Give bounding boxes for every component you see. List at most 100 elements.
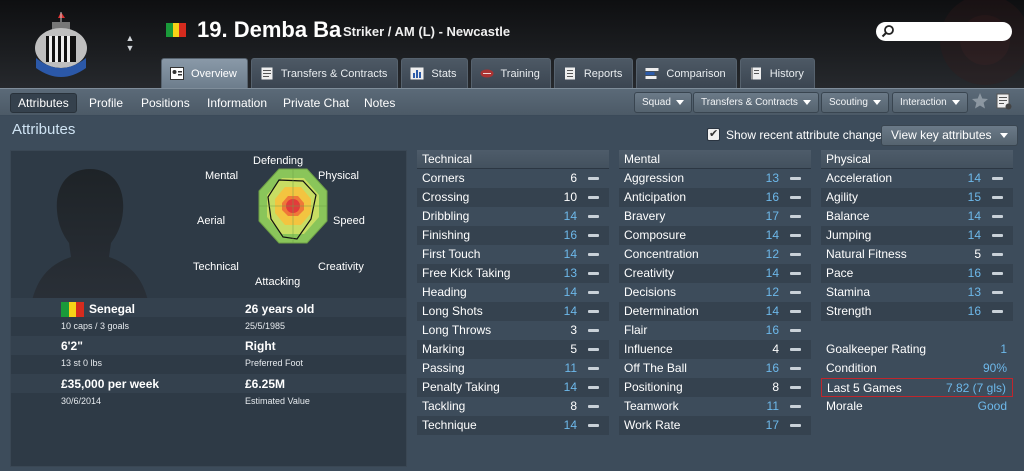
attributes-page: Attributes Show recent attribute changes… [0,116,1024,471]
attribute-name: Passing [422,361,465,375]
star-icon[interactable] [971,92,989,110]
attribute-row: Natural Fitness 5 [821,245,1013,264]
radar-label-technical: Technical [193,261,239,273]
dropdown-label: Interaction [900,97,947,108]
interaction-dropdown[interactable]: Interaction [892,92,968,113]
tab-reports[interactable]: Reports [553,58,634,88]
attribute-value: 4 [772,342,779,356]
attribute-value: 17 [765,209,779,223]
attribute-value: 14 [967,209,981,223]
subnav-information[interactable]: Information [207,94,267,112]
attribute-name: First Touch [422,247,481,261]
attribute-name: Anticipation [624,190,687,204]
attribute-row: Strength 16 [821,302,1013,321]
attribute-row: Corners 6 [417,169,609,188]
attribute-value: 6 [570,171,577,185]
attribute-name: Teamwork [624,399,679,413]
attribute-row: Decisions 12 [619,283,811,302]
player-tabs: Overview Transfers & Contracts Stats Tra… [161,58,818,88]
stat-value: 7.82 (7 gls) [945,381,1006,395]
attribute-value: 16 [967,266,981,280]
stat-row: Condition 90% [821,359,1013,378]
attribute-value: 14 [967,171,981,185]
background-crest-icon [940,0,1024,85]
attribute-trend-icon [992,234,1003,237]
attribute-row: Stamina 13 [821,283,1013,302]
checkbox-label: Show recent attribute changes [726,128,889,142]
attribute-row: Flair 16 [619,321,811,340]
contract-end: 30/6/2014 [61,396,102,406]
attribute-row: Passing 11 [417,359,609,378]
attribute-row: Balance 14 [821,207,1013,226]
attribute-row: Free Kick Taking 13 [417,264,609,283]
search-input[interactable] [876,22,1012,41]
subnav-profile[interactable]: Profile [89,94,123,112]
senegal-flag-icon [61,302,84,317]
panel-title: Mental [619,150,811,169]
attribute-trend-icon [790,367,801,370]
attribute-value: 15 [967,190,981,204]
view-key-attributes-button[interactable]: View key attributes [881,125,1018,146]
tab-comparison[interactable]: Comparison [636,58,737,88]
attribute-trend-icon [992,291,1003,294]
tab-overview[interactable]: Overview [161,58,248,88]
attribute-name: Flair [624,323,648,337]
attribute-name: Free Kick Taking [422,266,511,280]
attribute-row: Off The Ball 16 [619,359,811,378]
attribute-trend-icon [588,215,599,218]
transfers-contracts-dropdown[interactable]: Transfers & Contracts [693,92,819,113]
tab-history[interactable]: History [739,58,815,88]
sub-navigation: Attributes Profile Positions Information… [0,88,1024,115]
attribute-trend-icon [790,424,801,427]
attribute-row: Composure 14 [619,226,811,245]
attribute-trend-icon [588,329,599,332]
attribute-row: Pace 16 [821,264,1013,283]
attribute-trend-icon [588,177,599,180]
comparison-icon [645,68,659,79]
radar-label-mental: Mental [205,170,239,182]
preferred-foot-label: Preferred Foot [245,358,304,368]
attribute-trend-icon [588,291,599,294]
attribute-value: 17 [765,418,779,432]
attribute-value: 11 [766,399,779,413]
add-note-icon[interactable] [996,93,1012,110]
panel-title: Physical [821,150,1013,169]
attribute-name: Dribbling [422,209,470,223]
person-card-icon [170,67,184,80]
subnav-private-chat[interactable]: Private Chat [283,94,349,112]
attribute-row: Tackling 8 [417,397,609,416]
attribute-value: 8 [570,399,577,413]
attribute-value: 12 [765,247,779,261]
attribute-trend-icon [588,272,599,275]
tab-transfers-contracts[interactable]: Transfers & Contracts [250,58,399,88]
player-nav-arrows[interactable]: ▲ ▼ [122,33,138,57]
attribute-trend-icon [992,272,1003,275]
tab-label: Reports [583,67,623,80]
attribute-row: Bravery 17 [619,207,811,226]
radar-label-physical: Physical [318,170,359,182]
subnav-notes[interactable]: Notes [364,94,395,112]
player-role: Striker / AM (L) - Newcastle [343,24,511,39]
subnav-positions[interactable]: Positions [141,94,190,112]
tab-stats[interactable]: Stats [401,58,468,88]
attribute-value: 16 [967,304,981,318]
chevron-down-icon [872,99,881,105]
attribute-name: Concentration [624,247,699,261]
attribute-trend-icon [790,310,801,313]
attribute-value: 14 [563,247,577,261]
scouting-dropdown[interactable]: Scouting [821,92,889,113]
show-recent-changes-checkbox[interactable] [707,127,720,141]
tab-training[interactable]: Training [470,58,551,88]
page-title: Attributes [12,121,76,138]
attribute-value: 14 [563,418,577,432]
chevron-down-icon [951,99,960,105]
radar-label-attacking: Attacking [255,276,301,288]
subnav-attributes[interactable]: Attributes [10,93,77,113]
attribute-name: Balance [826,209,870,223]
senegal-flag-icon [166,23,186,37]
squad-dropdown[interactable]: Squad [634,92,692,113]
estimated-value-label: Estimated Value [245,396,310,406]
radar-label-defending: Defending [253,155,304,167]
attribute-trend-icon [790,215,801,218]
radar-label-aerial: Aerial [197,215,226,227]
